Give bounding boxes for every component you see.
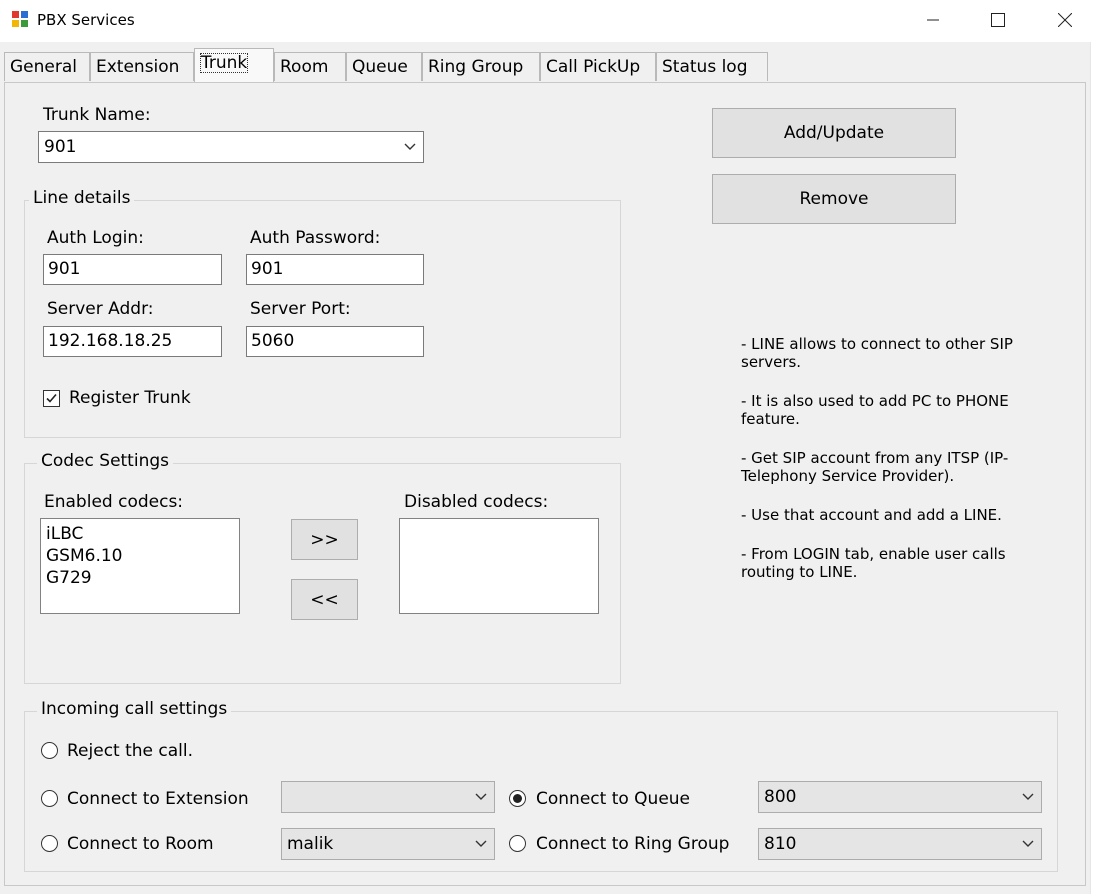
- disabled-codecs-label: Disabled codecs:: [404, 492, 549, 512]
- register-trunk-checkbox[interactable]: [43, 390, 60, 407]
- connect-ring-group-radio[interactable]: [509, 835, 526, 852]
- note-text: - Use that account and add a LINE.: [741, 506, 1002, 524]
- codec-settings-legend: Codec Settings: [37, 451, 173, 471]
- list-item[interactable]: iLBC: [46, 523, 234, 545]
- register-trunk-label: Register Trunk: [69, 388, 191, 408]
- tab-room[interactable]: Room: [274, 52, 346, 81]
- reject-call-radio[interactable]: [41, 742, 58, 759]
- enable-codec-button[interactable]: <<: [291, 579, 358, 620]
- connect-queue-label: Connect to Queue: [536, 789, 691, 809]
- maximize-button[interactable]: [975, 0, 1021, 40]
- queue-combobox[interactable]: 800: [758, 781, 1042, 813]
- help-notes: - LINE allows to connect to other SIP se…: [741, 335, 1041, 602]
- incoming-call-legend: Incoming call settings: [37, 699, 232, 719]
- server-addr-label: Server Addr:: [47, 299, 154, 319]
- chevron-down-icon: [475, 793, 487, 800]
- maximize-icon: [991, 13, 1005, 27]
- note-text: - LINE allows to connect to other SIP se…: [741, 335, 1013, 371]
- title-bar: PBX Services: [0, 0, 1100, 42]
- reject-call-label: Reject the call.: [67, 741, 194, 761]
- chevron-down-icon: [475, 840, 487, 847]
- trunk-name-value: 901: [44, 137, 77, 157]
- close-icon: [1058, 13, 1072, 27]
- note-text: - Get SIP account from any ITSP (IP-Tele…: [741, 449, 1009, 485]
- server-port-field[interactable]: 5060: [246, 326, 424, 357]
- room-value: malik: [287, 834, 334, 854]
- window-title: PBX Services: [37, 11, 135, 29]
- server-addr-field[interactable]: 192.168.18.25: [43, 326, 222, 357]
- connect-queue-radio[interactable]: [509, 790, 526, 807]
- tab-general[interactable]: General: [4, 52, 90, 81]
- trunk-name-label: Trunk Name:: [43, 105, 151, 125]
- enabled-codecs-list[interactable]: iLBC GSM6.10 G729: [40, 518, 240, 614]
- tab-status-log[interactable]: Status log: [656, 52, 768, 81]
- minimize-icon: [927, 19, 939, 21]
- note-text: - From LOGIN tab, enable user calls rout…: [741, 545, 1006, 581]
- trunk-name-combobox[interactable]: 901: [38, 131, 424, 163]
- remove-button[interactable]: Remove: [712, 174, 956, 224]
- chevron-down-icon: [1022, 793, 1034, 800]
- tab-label: Call PickUp: [546, 57, 641, 77]
- enabled-codecs-label: Enabled codecs:: [44, 492, 184, 512]
- auth-login-label: Auth Login:: [47, 228, 144, 248]
- server-port-label: Server Port:: [250, 299, 351, 319]
- add-update-button[interactable]: Add/Update: [712, 108, 956, 158]
- auth-password-field[interactable]: 901: [246, 254, 424, 285]
- tab-queue[interactable]: Queue: [346, 52, 422, 81]
- app-icon: [12, 11, 28, 27]
- tab-label: General: [10, 57, 77, 77]
- tab-call-pickup[interactable]: Call PickUp: [540, 52, 656, 81]
- disable-codec-button[interactable]: >>: [291, 519, 358, 560]
- ring-group-combobox[interactable]: 810: [758, 828, 1042, 860]
- tab-label: Room: [280, 57, 329, 77]
- line-details-legend: Line details: [29, 188, 135, 208]
- list-item[interactable]: G729: [46, 567, 234, 589]
- tab-label: Extension: [96, 57, 180, 77]
- tab-extension[interactable]: Extension: [90, 52, 194, 81]
- tab-ring-group[interactable]: Ring Group: [422, 52, 540, 81]
- auth-login-field[interactable]: 901: [43, 254, 222, 285]
- checkmark-icon: [46, 393, 57, 403]
- tab-label: Queue: [352, 57, 408, 77]
- chevron-down-icon: [404, 143, 416, 150]
- minimize-button[interactable]: [910, 0, 956, 40]
- tab-trunk[interactable]: Trunk: [194, 48, 274, 82]
- connect-ring-group-label: Connect to Ring Group: [536, 834, 730, 854]
- tab-label: Status log: [662, 57, 748, 77]
- note-text: - It is also used to add PC to PHONE fea…: [741, 392, 1009, 428]
- tab-label: Trunk: [200, 53, 249, 73]
- extension-combobox[interactable]: [281, 781, 495, 813]
- connect-room-radio[interactable]: [41, 835, 58, 852]
- ring-group-value: 810: [764, 834, 797, 854]
- auth-password-label: Auth Password:: [250, 228, 381, 248]
- connect-extension-radio[interactable]: [41, 790, 58, 807]
- room-combobox[interactable]: malik: [281, 828, 495, 860]
- disabled-codecs-list[interactable]: [399, 518, 599, 614]
- connect-extension-label: Connect to Extension: [67, 789, 249, 809]
- window-edge: [1090, 42, 1100, 894]
- list-item[interactable]: GSM6.10: [46, 545, 234, 567]
- queue-value: 800: [764, 787, 797, 807]
- tab-label: Ring Group: [428, 57, 524, 77]
- connect-room-label: Connect to Room: [67, 834, 214, 854]
- close-button[interactable]: [1042, 0, 1088, 40]
- chevron-down-icon: [1022, 840, 1034, 847]
